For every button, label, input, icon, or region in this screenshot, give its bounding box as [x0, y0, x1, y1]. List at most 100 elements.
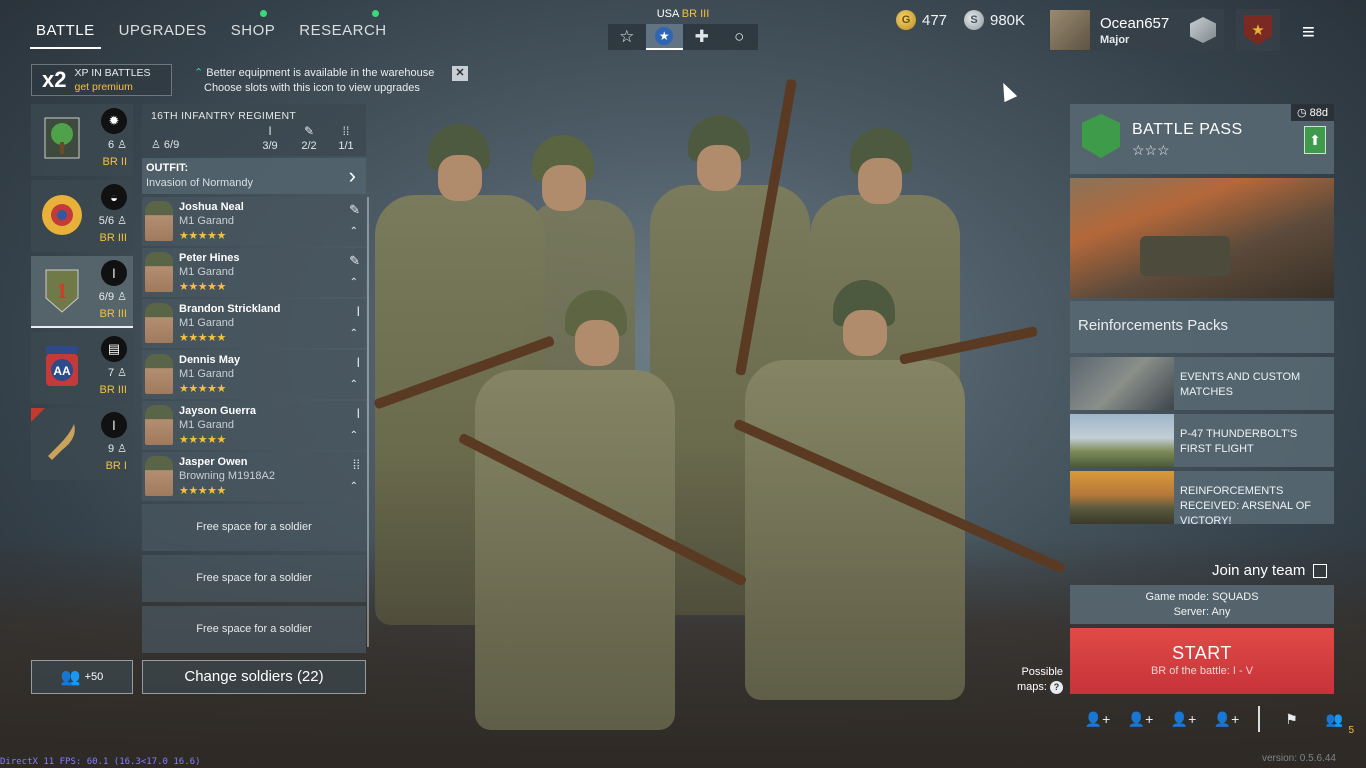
ammo-icon[interactable]: ⁞⁞ [353, 457, 360, 472]
battle-pass-banner-image[interactable] [1070, 178, 1334, 298]
event-card[interactable]: P-47 THUNDERBOLT'S FIRST FLIGHT [1070, 414, 1334, 467]
mouse-cursor-icon [996, 79, 1018, 103]
rank-up-icon: ⌃ [349, 430, 358, 441]
ammo-icon: ⁞⁞ [342, 124, 350, 138]
cube-icon[interactable] [1190, 17, 1216, 43]
squad-count: 9 ♙ [107, 443, 127, 455]
outfit-selector[interactable]: OUTFIT: Invasion of Normandy › [142, 158, 366, 194]
event-thumbnail [1070, 357, 1174, 410]
free-soldier-slot[interactable]: Free space for a soldier [142, 606, 366, 653]
battle-pass-panel[interactable]: BATTLE PASS ☆☆☆ ◷ 88d ⬆ [1070, 104, 1334, 174]
soldier-stars: ★★★★★ [179, 332, 226, 344]
silver-currency[interactable]: S 980K [964, 10, 1025, 30]
soldier-row[interactable]: Dennis May M1 Garand ★★★★★ ǀ ⌃ [142, 350, 366, 399]
squad-card-2[interactable]: ◒ 5/6 ♙ BR III [31, 180, 133, 252]
add-friend-icon[interactable]: 👤+ [1162, 711, 1205, 728]
player-profile[interactable]: Ocean657 Major [1049, 9, 1224, 51]
server: Server: Any [1173, 606, 1231, 618]
free-soldier-slot[interactable]: Free space for a soldier [142, 555, 366, 602]
soldier-name: Jayson Guerra [179, 405, 257, 417]
recruit-button[interactable]: 👥 +50 [31, 660, 133, 694]
rifle-icon[interactable]: ǀ [357, 304, 360, 319]
squad-br: BR III [99, 308, 127, 320]
wrench-icon[interactable]: ✎ [349, 202, 360, 218]
xp-premium-banner[interactable]: x2 XP IN BATTLES get premium [31, 64, 172, 96]
add-friend-icon[interactable]: 👤+ [1119, 711, 1162, 728]
slot-rifles[interactable]: ǀ 3/9 [252, 124, 288, 152]
event-card[interactable]: EVENTS AND CUSTOM MATCHES [1070, 357, 1334, 410]
free-soldier-slot[interactable]: Free space for a soldier [142, 504, 366, 551]
soldier-portrait [145, 405, 173, 445]
possible-maps[interactable]: Possible maps: ? [1017, 665, 1064, 695]
soldier-row[interactable]: Peter Hines M1 Garand ★★★★★ ✎ ⌃ [142, 248, 366, 297]
slot-ammo[interactable]: ⁞⁞ 1/1 [328, 124, 364, 152]
battle-pass-stars: ☆☆☆ [1132, 142, 1170, 158]
battle-br-range: BR of the battle: I - V [1150, 665, 1254, 677]
event-title: EVENTS AND CUSTOM MATCHES [1180, 371, 1301, 398]
soldier-row[interactable]: Joshua Neal M1 Garand ★★★★★ ✎ ⌃ [142, 197, 366, 246]
start-button[interactable]: START BR of the battle: I - V [1070, 628, 1334, 694]
flame-icon: ✹ [101, 108, 127, 134]
tab-research[interactable]: RESEARCH [293, 10, 392, 49]
event-thumbnail [1070, 471, 1174, 524]
join-any-team-checkbox[interactable] [1313, 563, 1328, 578]
squad-card-4[interactable]: AA ▤ 7 ♙ BR III [31, 332, 133, 404]
main-nav: BATTLE UPGRADES SHOP RESEARCH [30, 10, 405, 49]
nation-label: USA BR III [608, 8, 758, 20]
gold-coin-icon: G [896, 10, 916, 30]
add-friend-icon[interactable]: 👤+ [1205, 711, 1248, 728]
soldier-stars: ★★★★★ [179, 281, 226, 293]
fps-counter: DirectX 11 FPS: 60.1 (16.3<17.0 16.6) [0, 757, 201, 767]
possible-maps-label-1: Possible [1021, 666, 1064, 678]
soldier-weapon: M1 Garand [179, 419, 235, 431]
join-any-team-toggle[interactable]: Join any team [1212, 562, 1328, 579]
help-icon[interactable]: ? [1050, 681, 1064, 694]
event-thumbnail [1070, 414, 1174, 467]
gold-currency[interactable]: G 477 [896, 10, 947, 30]
soldier-portrait [145, 354, 173, 394]
possible-maps-label-2: maps: [1017, 681, 1047, 693]
get-premium-link[interactable]: get premium [74, 80, 150, 94]
upgrade-arrow-icon[interactable]: ⬆ [1304, 126, 1326, 154]
tab-upgrades[interactable]: UPGRADES [113, 22, 213, 49]
rank-badge[interactable]: ★ [1236, 9, 1280, 51]
cross-icon[interactable]: ✚ [683, 24, 721, 50]
squad-card-1[interactable]: ✹ 6 ♙ BR II [31, 104, 133, 176]
squad-br: BR I [105, 460, 127, 472]
event-card[interactable]: REINFORCEMENTS RECEIVED: ARSENAL OF VICT… [1070, 471, 1334, 527]
hamburger-menu-icon[interactable]: ≡ [1302, 19, 1315, 45]
flag-icon[interactable]: ⚑ [1270, 711, 1313, 728]
tab-research-label: RESEARCH [299, 22, 387, 39]
close-icon[interactable]: ✕ [452, 66, 468, 81]
player-name: Ocean657 [1100, 14, 1170, 32]
soldier-row[interactable]: Brandon Strickland M1 Garand ★★★★★ ǀ ⌃ [142, 299, 366, 348]
tab-battle[interactable]: BATTLE [30, 22, 101, 49]
squad-br: BR II [102, 156, 127, 168]
rifle-icon[interactable]: ǀ [357, 355, 360, 370]
change-soldiers-button[interactable]: Change soldiers (22) [142, 660, 366, 694]
add-friend-icon[interactable]: 👤+ [1076, 711, 1119, 728]
squad-card-5[interactable]: ǀ 9 ♙ BR I [31, 408, 133, 480]
slot-tools[interactable]: ✎ 2/2 [291, 124, 327, 152]
game-mode: Game mode: SQUADS [1145, 591, 1259, 603]
squad-card-3[interactable]: 1 ǀ 6/9 ♙ BR III [31, 256, 133, 328]
soldier-portrait [145, 456, 173, 496]
friends-count: 5 [1348, 724, 1354, 736]
svg-text:AA: AA [53, 364, 71, 378]
reinforcements-packs-button[interactable]: Reinforcements Packs [1070, 301, 1334, 353]
game-mode-selector[interactable]: Game mode: SQUADS Server: Any [1070, 585, 1334, 624]
wrench-icon[interactable]: ✎ [349, 253, 360, 269]
scrollbar[interactable] [367, 197, 369, 647]
rifle-icon[interactable]: ǀ [357, 406, 360, 421]
soldier-weapon: M1 Garand [179, 215, 235, 227]
soldier-row[interactable]: Jayson Guerra M1 Garand ★★★★★ ǀ ⌃ [142, 401, 366, 450]
soldier-name: Brandon Strickland [179, 303, 281, 315]
rank-up-icon: ⌃ [349, 328, 358, 339]
soldier-row[interactable]: Jasper Owen Browning M1918A2 ★★★★★ ⁞⁞ ⌃ [142, 452, 366, 501]
friends-icon[interactable]: 👥 5 [1313, 711, 1356, 736]
usa-star-icon[interactable]: ★ [645, 24, 683, 50]
star-outline-icon[interactable]: ☆ [608, 24, 646, 50]
circle-icon[interactable]: ○ [721, 24, 759, 50]
regiment-header: 16TH INFANTRY REGIMENT ♙ 6/9 ǀ 3/9 ✎ 2/2 ⁞… [142, 104, 366, 156]
tab-shop[interactable]: SHOP [225, 10, 282, 49]
